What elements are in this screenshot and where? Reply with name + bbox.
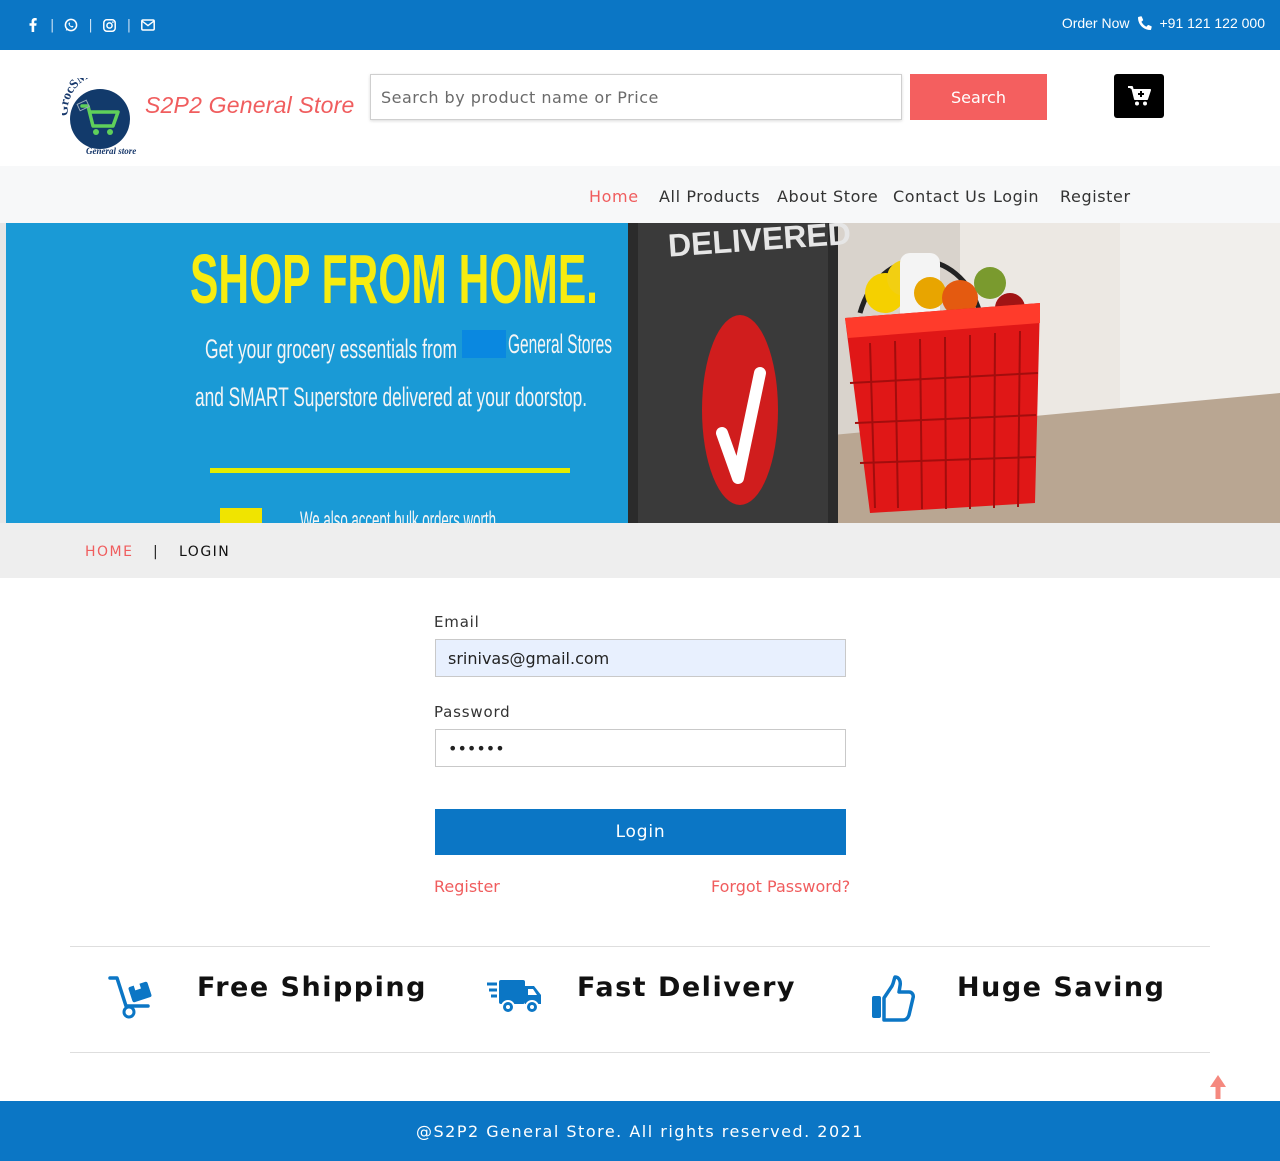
cart-icon [1128, 86, 1151, 106]
feature-huge-saving: Huge Saving [957, 972, 1166, 1003]
forgot-password-link[interactable]: Forgot Password? [711, 877, 850, 896]
store-logo[interactable]: GrocSMART General store [56, 63, 144, 158]
logo-bottom-text: General store [86, 146, 136, 156]
nav-contact-us[interactable]: Contact Us [893, 187, 986, 206]
password-field[interactable] [435, 729, 846, 767]
facebook-icon[interactable] [26, 18, 40, 32]
breadcrumb: HOME | LOGIN [0, 523, 1280, 578]
phone-number[interactable]: +91 121 122 000 [1160, 15, 1266, 31]
banner-line-3: We also accept bulk orders worth [300, 507, 496, 523]
password-label: Password [434, 703, 511, 721]
main-nav: Home All Products About Store Contact Us… [0, 166, 1280, 223]
hand-truck-icon [108, 974, 164, 1024]
order-contact: Order Now +91 121 122 000 [1062, 15, 1265, 31]
delivery-truck-icon [487, 974, 543, 1024]
feature-free-shipping: Free Shipping [197, 972, 427, 1003]
nav-login[interactable]: Login [993, 187, 1039, 206]
search-button[interactable]: Search [910, 74, 1047, 120]
feature-fast-delivery: Fast Delivery [577, 972, 797, 1003]
store-name[interactable]: S2P2 General Store [145, 92, 354, 119]
social-separator: | [126, 17, 132, 33]
nav-about-store[interactable]: About Store [777, 187, 878, 206]
thumbs-up-icon [868, 974, 924, 1024]
banner-line-2: and SMART Superstore delivered at your d… [195, 382, 587, 412]
order-now-label[interactable]: Order Now [1062, 15, 1130, 31]
nav-home[interactable]: Home [589, 187, 639, 206]
banner-line-1b: General Stores [508, 329, 612, 359]
cart-button[interactable] [1114, 74, 1164, 118]
email-label: Email [434, 613, 480, 631]
phone-icon [1137, 16, 1152, 30]
email-field[interactable] [435, 639, 846, 677]
social-separator: | [50, 17, 55, 33]
social-links: | | | [26, 16, 156, 34]
instagram-icon[interactable] [103, 18, 117, 32]
site-footer: @S2P2 General Store. All rights reserved… [0, 1101, 1280, 1161]
nav-register[interactable]: Register [1060, 187, 1131, 206]
login-button[interactable]: Login [435, 809, 846, 855]
arrow-up-icon [1210, 1075, 1226, 1099]
mail-icon[interactable] [141, 18, 156, 32]
social-separator: | [88, 17, 93, 33]
banner-headline: SHOP FROM HOME. [190, 240, 598, 318]
hero-banner: DELIVERED SHOP FROM HOME. Get your groce… [0, 223, 1280, 523]
top-bar: | | | Order Now +91 121 122 000 [0, 0, 1280, 50]
banner-line-1: Get your grocery essentials from [205, 334, 457, 364]
site-header: GrocSMART General store S2P2 General Sto… [0, 50, 1280, 166]
whatsapp-icon[interactable] [64, 18, 78, 32]
breadcrumb-current: LOGIN [179, 544, 231, 560]
divider [70, 1052, 1210, 1053]
breadcrumb-separator: | [153, 544, 158, 560]
nav-all-products[interactable]: All Products [659, 187, 760, 206]
copyright-text: @S2P2 General Store. All rights reserved… [416, 1122, 864, 1141]
register-link[interactable]: Register [434, 877, 500, 896]
breadcrumb-home[interactable]: HOME [85, 544, 133, 560]
search-input[interactable] [370, 74, 902, 120]
scroll-to-top-button[interactable] [1208, 1073, 1228, 1101]
divider [70, 946, 1210, 947]
